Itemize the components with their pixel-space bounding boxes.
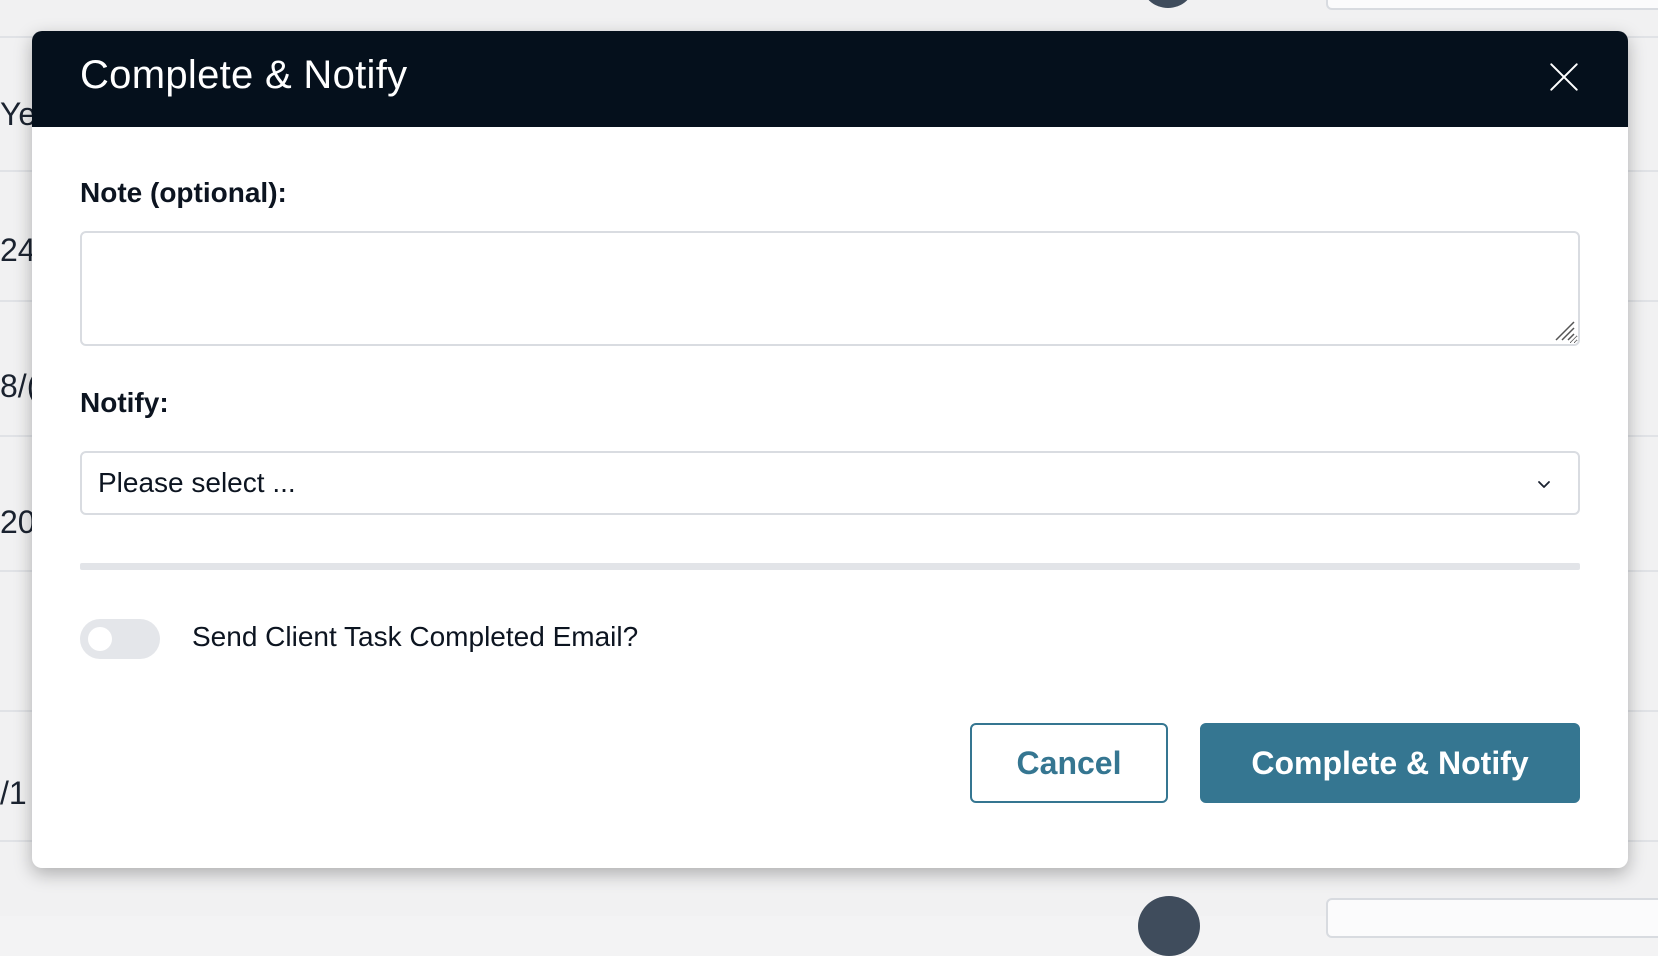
complete-notify-button[interactable]: Complete & Notify: [1200, 723, 1580, 803]
complete-notify-dialog: Complete & Notify Note (optional): Notif…: [32, 31, 1628, 868]
toggle-knob: [88, 627, 112, 651]
send-email-toggle[interactable]: [80, 619, 160, 659]
notify-label: Notify:: [80, 387, 169, 419]
resize-grip-icon[interactable]: [1552, 318, 1576, 342]
close-icon[interactable]: [1548, 61, 1580, 93]
background-field: [1326, 898, 1658, 938]
notify-select[interactable]: Please select ...: [80, 451, 1580, 515]
note-label: Note (optional):: [80, 177, 287, 209]
background-cell-text: 24: [0, 232, 36, 269]
send-email-toggle-label: Send Client Task Completed Email?: [192, 621, 638, 653]
avatar: [1142, 0, 1194, 8]
background-field: [1326, 0, 1658, 10]
avatar: [1138, 896, 1200, 956]
chevron-down-icon: [1536, 477, 1552, 493]
dialog-header: Complete & Notify: [32, 31, 1628, 127]
note-textarea[interactable]: [80, 231, 1580, 346]
background-cell-text: Ye: [0, 96, 36, 133]
dialog-title: Complete & Notify: [80, 53, 407, 98]
cancel-button[interactable]: Cancel: [970, 723, 1168, 803]
background-cell-text: /1: [0, 775, 27, 812]
notify-selected-value: Please select ...: [98, 467, 296, 499]
section-divider: [80, 563, 1580, 570]
